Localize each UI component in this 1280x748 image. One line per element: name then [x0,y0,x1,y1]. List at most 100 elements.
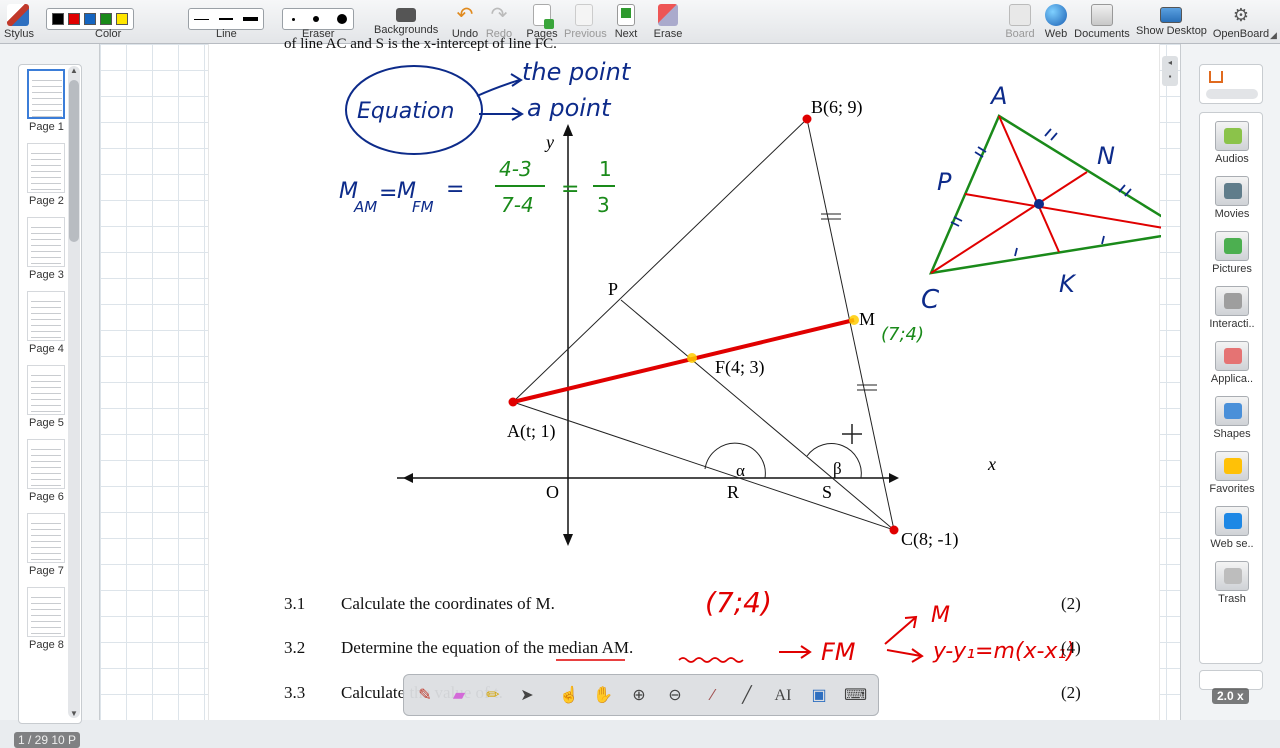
keyboard-grid-icon [396,8,416,22]
page-thumbnail[interactable] [27,69,65,119]
previous-page-icon [575,4,593,26]
thumbnails-scrollbar[interactable]: ▲ ▼ [68,66,80,718]
annot-slope-num: 4-3 [499,157,532,181]
laser-pointer-icon[interactable]: ⁄ [702,685,724,707]
line-thick[interactable] [243,17,259,21]
label-alpha: α [736,461,745,480]
library-item-label: Movies [1214,208,1250,220]
page-thumbnail[interactable] [27,291,65,341]
page-thumbnail[interactable] [27,143,65,193]
color-red[interactable] [68,13,80,25]
pen-icon[interactable]: ✎ [414,685,436,707]
scroll-down-icon[interactable]: ▼ [70,709,78,718]
previous-button[interactable]: Previous [564,2,607,40]
main-toolbar: Stylus Color Line Eraser Backgrounds ↶ U… [0,0,1280,44]
expand-toolbar-icon[interactable]: ◢ [1270,30,1277,41]
library-item-label: Applica.. [1210,373,1254,385]
line-tool-icon[interactable]: ╱ [736,685,758,707]
annot-point-slope: y-y₁=m(x-x₁) [932,639,1075,664]
library-item-webse[interactable]: Web se.. [1200,506,1264,550]
erase-button[interactable]: Erase [652,2,684,40]
page-counter: 1 / 29 10 P [14,732,81,748]
library-item-audios[interactable]: Audios [1200,121,1264,165]
library-nav-slider[interactable] [1206,89,1258,99]
label-P: P [608,279,618,299]
library-item-trash[interactable]: Trash [1200,561,1264,605]
sketch-label-C: C [921,285,940,315]
line-thin[interactable] [194,18,209,20]
label-beta: β [833,459,842,478]
color-black[interactable] [52,13,64,25]
library-item-interacti[interactable]: Interacti.. [1200,286,1264,330]
library-item-movies[interactable]: Movies [1200,176,1264,220]
capture-icon[interactable]: ▣ [808,685,830,707]
text-tool-icon[interactable]: AI [772,685,794,707]
board-button[interactable]: Board [1004,2,1036,40]
library-item-favorites[interactable]: Favorites [1200,451,1264,495]
library-item-shapes[interactable]: Shapes [1200,396,1264,440]
point-C-dot [889,525,899,535]
eraser-small[interactable] [292,17,295,21]
next-button[interactable]: Next [612,2,640,40]
line-medium[interactable] [218,18,234,20]
annot-arrow-2 [479,107,524,121]
selector-icon[interactable]: ➤ [516,685,538,707]
backgrounds-button[interactable]: Backgrounds [374,2,438,36]
home-icon[interactable] [1209,71,1223,83]
show-desktop-button[interactable]: Show Desktop [1136,2,1207,37]
color-blue[interactable] [84,13,96,25]
globe-icon [1045,4,1067,26]
collapse-right-pane-button[interactable]: ◂ ▪ [1162,56,1178,86]
page-thumbnail[interactable] [27,365,65,415]
zoom-in-icon[interactable]: ⊕ [628,685,650,707]
documents-button[interactable]: Documents [1074,2,1130,40]
question-marks: (2) [1061,683,1081,702]
eraser-medium[interactable] [313,16,319,22]
page-thumbnail[interactable] [27,439,65,489]
pages-button[interactable]: Pages [526,2,558,40]
scrollbar-thumb[interactable] [69,80,79,242]
board-canvas[interactable]: of line AC and S is the x-intercept of l… [100,36,1180,720]
page-thumbnail[interactable] [27,587,65,637]
color-label: Color [95,28,122,40]
eraser-icon[interactable]: ▰ [448,685,470,707]
annot-slope-three: 3 [597,193,610,217]
interact-hand-icon[interactable]: ☝ [558,685,580,707]
question-number: 3.1 [284,594,306,613]
label-M: M [859,309,875,329]
page-thumbnail[interactable] [27,217,65,267]
eraser-sizes[interactable] [282,8,354,30]
redo-icon: ↷ [490,4,508,26]
stylus-icon [7,4,29,26]
color-yellow[interactable] [116,13,128,25]
redo-button[interactable]: ↷ Redo [484,2,514,40]
pictures-folder-icon [1215,231,1249,261]
page-thumbnail[interactable] [27,513,65,563]
hand-pan-icon[interactable]: ✋ [592,685,614,707]
annot-a-point: a point [527,94,612,122]
question-number: 3.2 [284,638,306,657]
color-green[interactable] [100,13,112,25]
keyboard-icon[interactable]: ⌨ [844,685,867,707]
marker-icon[interactable]: ✏ [482,685,504,707]
folder-icon [1091,4,1113,26]
eraser-large[interactable] [337,14,347,24]
annot-slope-fm: FM [412,198,434,216]
web-button[interactable]: Web [1042,2,1070,40]
scroll-up-icon[interactable]: ▲ [70,66,78,75]
line-widths[interactable] [188,8,264,30]
library-item-applica[interactable]: Applica.. [1200,341,1264,385]
shapes-folder-icon [1215,396,1249,426]
library-item-pictures[interactable]: Pictures [1200,231,1264,275]
annot-m-coord: (7;4) [881,324,924,345]
library-zoom-slider[interactable] [1199,670,1263,690]
stylus-button[interactable]: Stylus [4,2,34,40]
openboard-menu-button[interactable]: ⚙ OpenBoard [1212,2,1270,40]
zoom-out-icon[interactable]: ⊖ [664,685,686,707]
line-label: Line [216,28,237,40]
label-S: S [822,482,832,502]
library-home-box[interactable] [1199,64,1263,104]
underline-median [678,657,744,663]
color-swatches[interactable] [46,8,134,30]
undo-button[interactable]: ↶ Undo [450,2,480,40]
